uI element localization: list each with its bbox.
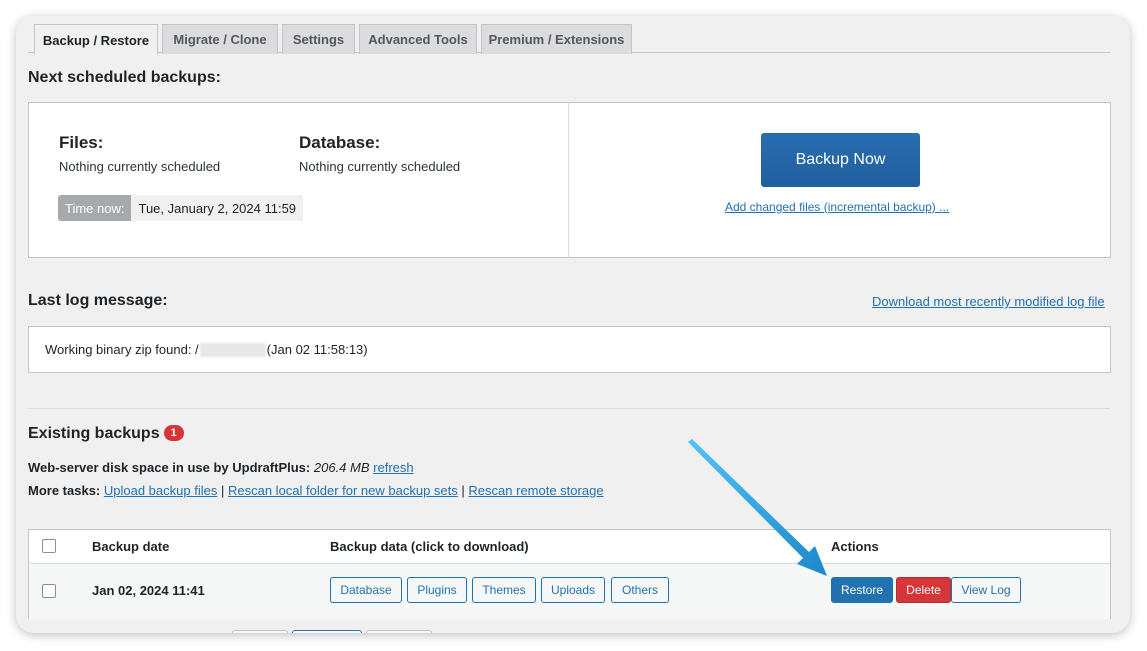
- scheduled-heading: Next scheduled backups:: [28, 69, 221, 86]
- schedule-info: Files: Nothing currently scheduled Datab…: [29, 103, 569, 257]
- separator: |: [461, 483, 465, 498]
- tab-migrate-clone[interactable]: Migrate / Clone: [162, 24, 278, 54]
- separator: |: [220, 483, 225, 498]
- download-themes-button[interactable]: Themes: [472, 577, 536, 603]
- time-now: Time now: Tue, January 2, 2024 11:59: [58, 195, 304, 221]
- more-tasks-line: More tasks: Upload backup files | Rescan…: [28, 483, 604, 498]
- tab-backup-restore[interactable]: Backup / Restore: [34, 24, 158, 55]
- download-others-button[interactable]: Others: [611, 577, 669, 603]
- refresh-link[interactable]: refresh: [373, 460, 413, 475]
- redacted-path: [199, 342, 266, 357]
- disk-space-line: Web-server disk space in use by UpdraftP…: [28, 460, 414, 475]
- files-schedule-text: Nothing currently scheduled: [59, 159, 221, 174]
- rescan-remote-storage-link[interactable]: Rescan remote storage: [468, 483, 603, 498]
- tab-advanced-tools[interactable]: Advanced Tools: [359, 24, 477, 54]
- tab-bar: Backup / Restore Migrate / Clone Setting…: [28, 20, 1110, 55]
- table-row: Jan 02, 2024 11:41 Database Plugins Them…: [29, 564, 1110, 619]
- scheduled-panel: Files: Nothing currently scheduled Datab…: [28, 102, 1111, 258]
- time-now-label: Time now:: [58, 195, 132, 221]
- restore-button[interactable]: Restore: [831, 577, 893, 603]
- backup-count-badge: 1: [163, 425, 184, 441]
- disk-space-label: Web-server disk space in use by UpdraftP…: [28, 460, 311, 475]
- row-checkbox[interactable]: [42, 584, 56, 598]
- backup-date: Jan 02, 2024 11:41: [92, 583, 205, 598]
- files-title: Files:: [59, 133, 104, 152]
- backup-now-area: Backup Now Add changed files (incrementa…: [570, 103, 1110, 257]
- column-backup-data: Backup data (click to download): [330, 539, 529, 554]
- time-now-value: Tue, January 2, 2024 11:59: [131, 195, 304, 221]
- tab-settings[interactable]: Settings: [282, 24, 355, 54]
- column-actions: Actions: [831, 539, 879, 554]
- section-divider: [28, 408, 1110, 409]
- backup-now-button[interactable]: Backup Now: [761, 133, 920, 187]
- database-title: Database:: [299, 133, 381, 152]
- disk-space-value: 206.4 MB: [313, 460, 370, 475]
- app-window: Backup / Restore Migrate / Clone Setting…: [16, 16, 1130, 633]
- column-backup-date: Backup date: [92, 539, 170, 554]
- upload-backup-files-link[interactable]: Upload backup files: [104, 483, 217, 498]
- download-database-button[interactable]: Database: [330, 577, 402, 603]
- existing-backups-heading: Existing backups 1: [28, 425, 184, 443]
- download-uploads-button[interactable]: Uploads: [541, 577, 605, 603]
- view-log-button[interactable]: View Log: [951, 577, 1021, 603]
- pager-button[interactable]: [292, 630, 362, 633]
- existing-backups-title: Existing backups: [28, 425, 160, 442]
- log-message: Working binary zip found: / (Jan 02 11:5…: [45, 342, 368, 357]
- pager-button[interactable]: [366, 630, 432, 633]
- pager-button[interactable]: [232, 630, 288, 633]
- database-schedule-text: Nothing currently scheduled: [299, 159, 461, 174]
- log-heading: Last log message:: [28, 292, 168, 309]
- backups-table: Backup date Backup data (click to downlo…: [28, 529, 1111, 619]
- delete-button[interactable]: Delete: [896, 577, 951, 603]
- download-plugins-button[interactable]: Plugins: [407, 577, 467, 603]
- incremental-backup-link[interactable]: Add changed files (incremental backup) .…: [725, 200, 949, 214]
- tab-premium-extensions[interactable]: Premium / Extensions: [481, 24, 632, 54]
- log-message-time: (Jan 02 11:58:13): [266, 342, 368, 357]
- more-tasks-label: More tasks:: [28, 483, 101, 498]
- rescan-local-folder-link[interactable]: Rescan local folder for new backup sets: [228, 483, 458, 498]
- download-log-link[interactable]: Download most recently modified log file: [872, 294, 1105, 309]
- table-header: Backup date Backup data (click to downlo…: [29, 530, 1110, 564]
- log-message-prefix: Working binary zip found: /: [45, 342, 199, 357]
- log-panel: Working binary zip found: / (Jan 02 11:5…: [28, 326, 1111, 373]
- select-all-checkbox[interactable]: [42, 539, 56, 553]
